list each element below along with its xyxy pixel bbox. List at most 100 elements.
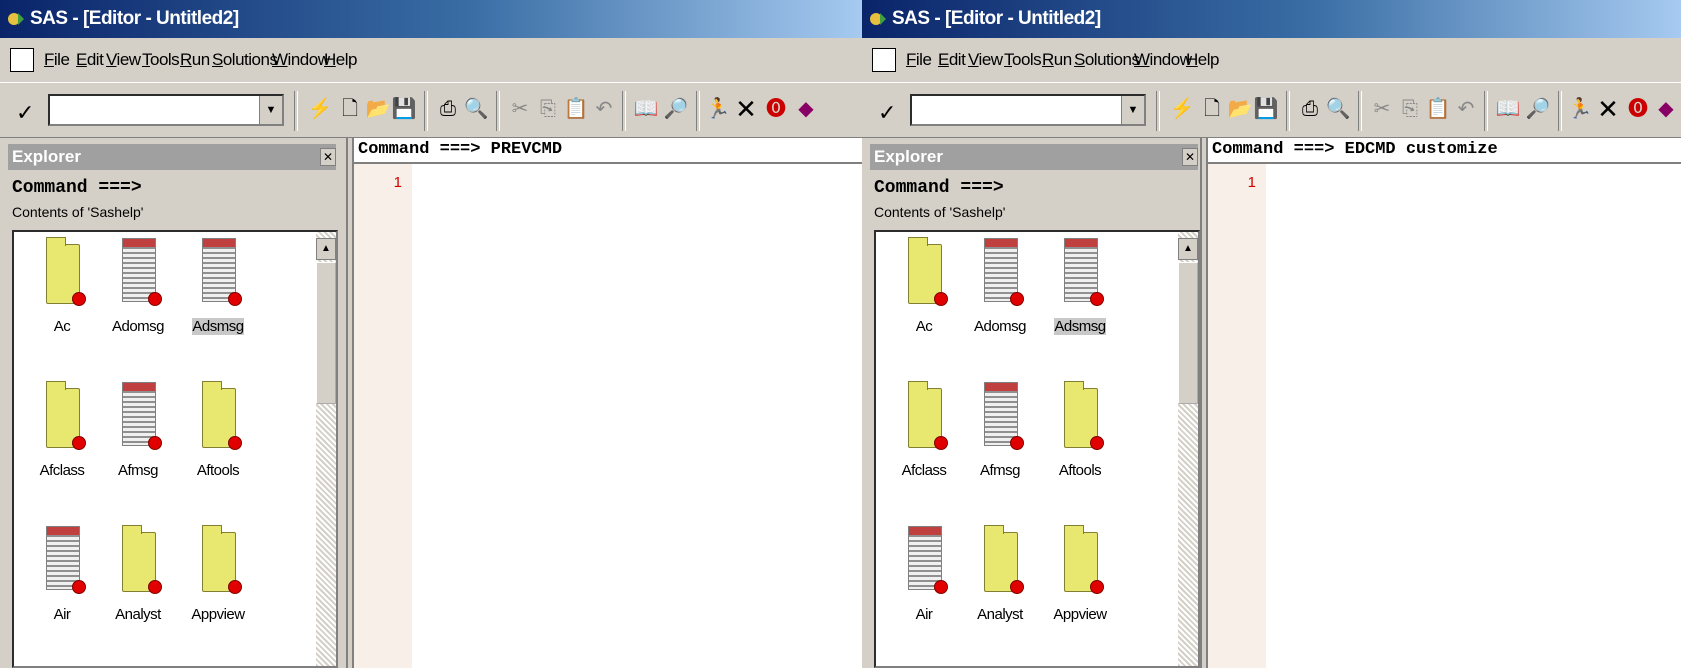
copy-icon[interactable]: ⎘ [534, 95, 562, 123]
explorer-scrollbar[interactable]: ▲ [316, 232, 336, 666]
undo-icon[interactable]: ↶ [1452, 95, 1480, 123]
submit-icon[interactable]: 🏃 [1566, 95, 1594, 123]
item-label: Adomsg [973, 318, 1027, 335]
item-label: Afmsg [979, 462, 1021, 479]
scroll-up-icon[interactable]: ▲ [1178, 238, 1198, 260]
help-icon[interactable]: ⓿ [762, 95, 790, 123]
find-icon[interactable]: 🔎 [662, 95, 690, 123]
open-folder-icon[interactable]: 📂 [1226, 95, 1254, 123]
badge-icon [934, 436, 948, 450]
menu-run[interactable]: Run [1042, 50, 1072, 70]
toolbar-separator [496, 91, 500, 131]
paste-icon[interactable]: 📋 [562, 95, 590, 123]
explorer-scrollbar[interactable]: ▲ [1178, 232, 1198, 666]
doc-icon[interactable]: ◆ [1652, 95, 1680, 123]
print-icon[interactable]: ⎙ [1296, 95, 1324, 123]
menu-solutions[interactable]: Solutions [212, 50, 278, 70]
editor-pane[interactable]: Command ===> EDCMD customize 1 [1208, 138, 1681, 668]
document-icon[interactable] [872, 48, 896, 72]
undo-icon[interactable]: ↶ [590, 95, 618, 123]
badge-icon [1090, 580, 1104, 594]
explorer-title: Explorer [870, 144, 1198, 170]
editor-pane[interactable]: Command ===> PREVCMD 1 [354, 138, 862, 668]
sas-window-left: SAS - [Editor - Untitled2] File Edit Vie… [0, 0, 862, 668]
explorer-contents-label: Contents of 'Sashelp' [874, 204, 1006, 220]
menu-help[interactable]: Help [1186, 50, 1219, 70]
save-icon[interactable]: 💾 [390, 95, 418, 123]
command-box[interactable]: ▼ [910, 94, 1146, 126]
print-preview-icon[interactable]: 🔍 [1324, 95, 1352, 123]
new-file-icon[interactable]: 🗋 [1198, 95, 1226, 123]
menu-tools[interactable]: Tools [142, 50, 180, 70]
editor-text-area[interactable] [412, 164, 862, 668]
command-box[interactable]: ▼ [48, 94, 284, 126]
new-library-icon[interactable]: ⚡ [1168, 95, 1196, 123]
badge-icon [228, 580, 242, 594]
menu-view[interactable]: View [106, 50, 141, 70]
save-icon[interactable]: 💾 [1252, 95, 1280, 123]
editor-command-line[interactable]: Command ===> PREVCMD [354, 138, 862, 164]
badge-icon [148, 436, 162, 450]
submit-icon[interactable]: 🏃 [704, 95, 732, 123]
editor-text-area[interactable] [1266, 164, 1681, 668]
toolbar: ✓ ▼ ⚡ 🗋 📂 💾 ⎙ 🔍 ✂ ⎘ 📋 ↶ 📖 🔎 🏃 ✕ ⓿ ◆ [0, 82, 862, 138]
cut-icon[interactable]: ✂ [506, 95, 534, 123]
print-icon[interactable]: ⎙ [434, 95, 462, 123]
title-bar: SAS - [Editor - Untitled2] [0, 0, 862, 38]
menu-tools[interactable]: Tools [1004, 50, 1042, 70]
close-icon[interactable]: ✕ [1182, 148, 1198, 166]
doc-icon[interactable]: ◆ [792, 95, 820, 123]
editor-command-line[interactable]: Command ===> EDCMD customize [1208, 138, 1681, 164]
checkmark-icon[interactable]: ✓ [878, 102, 896, 124]
menu-file[interactable]: File [44, 50, 70, 70]
cut-icon[interactable]: ✂ [1368, 95, 1396, 123]
item-label: Afclass [39, 462, 85, 479]
scroll-up-icon[interactable]: ▲ [316, 238, 336, 260]
scroll-thumb[interactable] [1178, 262, 1198, 404]
print-preview-icon[interactable]: 🔍 [462, 95, 490, 123]
pane-divider[interactable] [1200, 138, 1208, 668]
clear-icon[interactable]: ✕ [1594, 95, 1622, 123]
line-number: 1 [393, 174, 402, 191]
explorer-icon[interactable]: 📖 [632, 95, 660, 123]
line-number-gutter: 1 [1208, 164, 1266, 668]
badge-icon [1010, 436, 1024, 450]
explorer-items-pane: Ac Adomsg Adsmsg Afclass Afmsg Aftools A… [874, 230, 1200, 668]
menu-run[interactable]: Run [180, 50, 210, 70]
badge-icon [1090, 436, 1104, 450]
explorer-command-label[interactable]: Command ===> [874, 178, 1004, 198]
toolbar-separator [1484, 91, 1488, 131]
badge-icon [148, 580, 162, 594]
new-library-icon[interactable]: ⚡ [306, 95, 334, 123]
find-icon[interactable]: 🔎 [1524, 95, 1552, 123]
toolbar-separator [294, 91, 298, 131]
paste-icon[interactable]: 📋 [1424, 95, 1452, 123]
explorer-icon[interactable]: 📖 [1494, 95, 1522, 123]
clear-icon[interactable]: ✕ [732, 95, 760, 123]
pane-divider[interactable] [346, 138, 354, 668]
explorer-title: Explorer [8, 144, 336, 170]
menu-window[interactable]: Window [1134, 50, 1192, 70]
menu-solutions[interactable]: Solutions [1074, 50, 1140, 70]
document-icon[interactable] [10, 48, 34, 72]
close-icon[interactable]: ✕ [320, 148, 336, 166]
explorer-command-label[interactable]: Command ===> [12, 178, 142, 198]
help-icon[interactable]: ⓿ [1624, 95, 1652, 123]
menu-file[interactable]: File [906, 50, 932, 70]
open-folder-icon[interactable]: 📂 [364, 95, 392, 123]
menu-help[interactable]: Help [324, 50, 357, 70]
menu-window[interactable]: Window [272, 50, 330, 70]
menu-view[interactable]: View [968, 50, 1003, 70]
sas-app-icon [8, 13, 24, 25]
new-file-icon[interactable]: 🗋 [336, 95, 364, 123]
toolbar-separator [1156, 91, 1160, 131]
menu-edit[interactable]: Edit [76, 50, 104, 70]
item-label: Afmsg [117, 462, 159, 479]
dropdown-arrow-icon[interactable]: ▼ [259, 96, 282, 124]
menu-edit[interactable]: Edit [938, 50, 966, 70]
checkmark-icon[interactable]: ✓ [16, 102, 34, 124]
copy-icon[interactable]: ⎘ [1396, 95, 1424, 123]
badge-icon [228, 292, 242, 306]
scroll-thumb[interactable] [316, 262, 336, 404]
dropdown-arrow-icon[interactable]: ▼ [1121, 96, 1144, 124]
